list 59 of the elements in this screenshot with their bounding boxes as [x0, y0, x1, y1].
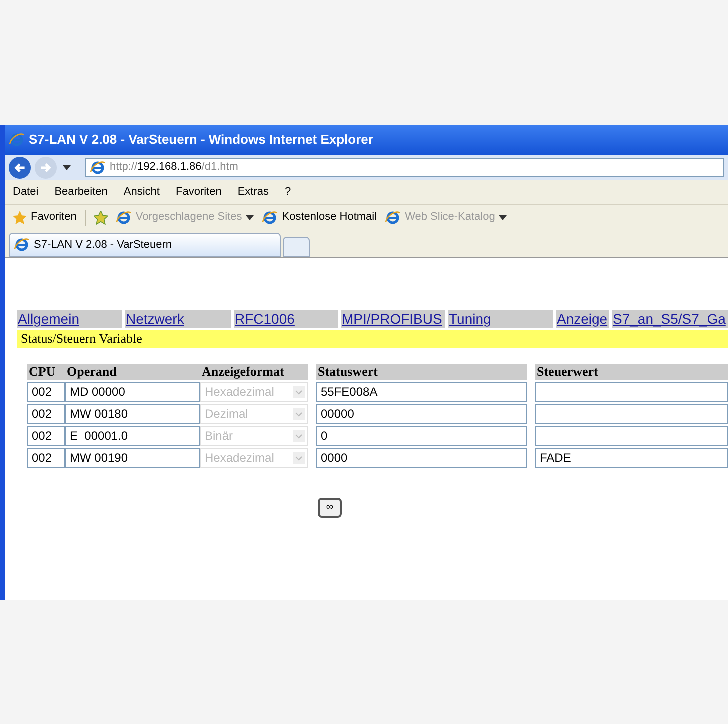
operand-field[interactable]: MW 00180 — [65, 404, 200, 424]
nav-link[interactable]: S7_an_S5/S7_Ga — [612, 310, 728, 328]
browser-icon — [14, 237, 30, 253]
menu-item[interactable]: Datei — [13, 184, 39, 200]
window-title: S7-LAN V 2.08 - VarSteuern - Windows Internet Explorer — [29, 131, 374, 150]
control-button[interactable]: ∞ — [318, 498, 342, 518]
new-tab-button[interactable] — [283, 237, 310, 257]
browser-icon — [9, 132, 25, 148]
menu-item[interactable]: Extras — [238, 184, 270, 200]
status-value-field[interactable]: 55FE008A — [316, 382, 527, 402]
status-value-field[interactable]: 0 — [316, 426, 527, 446]
control-value-field[interactable]: FADE — [535, 448, 728, 468]
section-heading: Status/Steuern Variable — [17, 330, 728, 348]
nav-link[interactable]: Netzwerk — [125, 310, 231, 328]
column-header: Operand — [65, 364, 200, 380]
operand-field[interactable]: MW 00190 — [65, 448, 200, 468]
control-value-field[interactable] — [535, 426, 728, 446]
status-value-field[interactable]: 0000 — [316, 448, 527, 468]
control-value-field[interactable] — [535, 382, 728, 402]
chevron-down-icon — [293, 430, 305, 442]
favorites-button[interactable]: Favoriten — [31, 209, 77, 226]
browser-icon — [385, 210, 402, 226]
nav-link[interactable]: Anzeige — [556, 310, 609, 328]
column-header: Statuswert — [316, 364, 527, 380]
cpu-field[interactable]: 002 — [27, 382, 65, 402]
menu-item[interactable]: Ansicht — [124, 184, 160, 200]
browser-tab[interactable]: S7-LAN V 2.08 - VarSteuern — [9, 233, 281, 257]
cpu-field[interactable]: 002 — [27, 404, 65, 424]
nav-link[interactable]: RFC1006 — [234, 310, 338, 328]
cpu-field[interactable]: 002 — [27, 448, 65, 468]
address-field[interactable]: http://192.168.1.86/d1.htm — [85, 158, 724, 177]
star-icon — [13, 210, 27, 224]
url-text: http://192.168.1.86/d1.htm — [110, 160, 238, 176]
status-value-field[interactable]: 00000 — [316, 404, 527, 424]
cpu-field[interactable]: 002 — [27, 426, 65, 446]
menu-item[interactable]: ? — [285, 184, 292, 200]
menu-item[interactable]: Favoriten — [176, 184, 222, 200]
arrow-right-icon — [40, 162, 52, 174]
nav-link[interactable]: Allgemein — [17, 310, 122, 328]
nav-link[interactable]: MPI/PROFIBUS — [341, 310, 445, 328]
column-header: Anzeigeformat — [200, 364, 308, 380]
chevron-down-icon — [293, 386, 305, 398]
caret-icon — [63, 164, 71, 170]
browser-icon — [90, 160, 106, 176]
control-value-field[interactable] — [535, 404, 728, 424]
nav-link[interactable]: Tuning — [448, 310, 553, 328]
back-button[interactable] — [9, 156, 31, 178]
chevron-down-icon — [293, 408, 305, 420]
operand-field[interactable]: MD 00000 — [65, 382, 200, 402]
browser-icon — [262, 210, 278, 226]
add-favorite-icon[interactable] — [94, 210, 108, 224]
arrow-left-icon — [14, 162, 26, 174]
favorite-link[interactable]: Kostenlose Hotmail — [282, 209, 378, 226]
column-header: Steuerwert — [535, 364, 728, 380]
operand-field[interactable]: E 00001.0 — [65, 426, 200, 446]
column-header: CPU — [27, 364, 65, 380]
browser-icon — [116, 210, 132, 226]
chevron-down-icon — [293, 452, 305, 464]
menu-item[interactable]: Bearbeiten — [54, 184, 108, 200]
